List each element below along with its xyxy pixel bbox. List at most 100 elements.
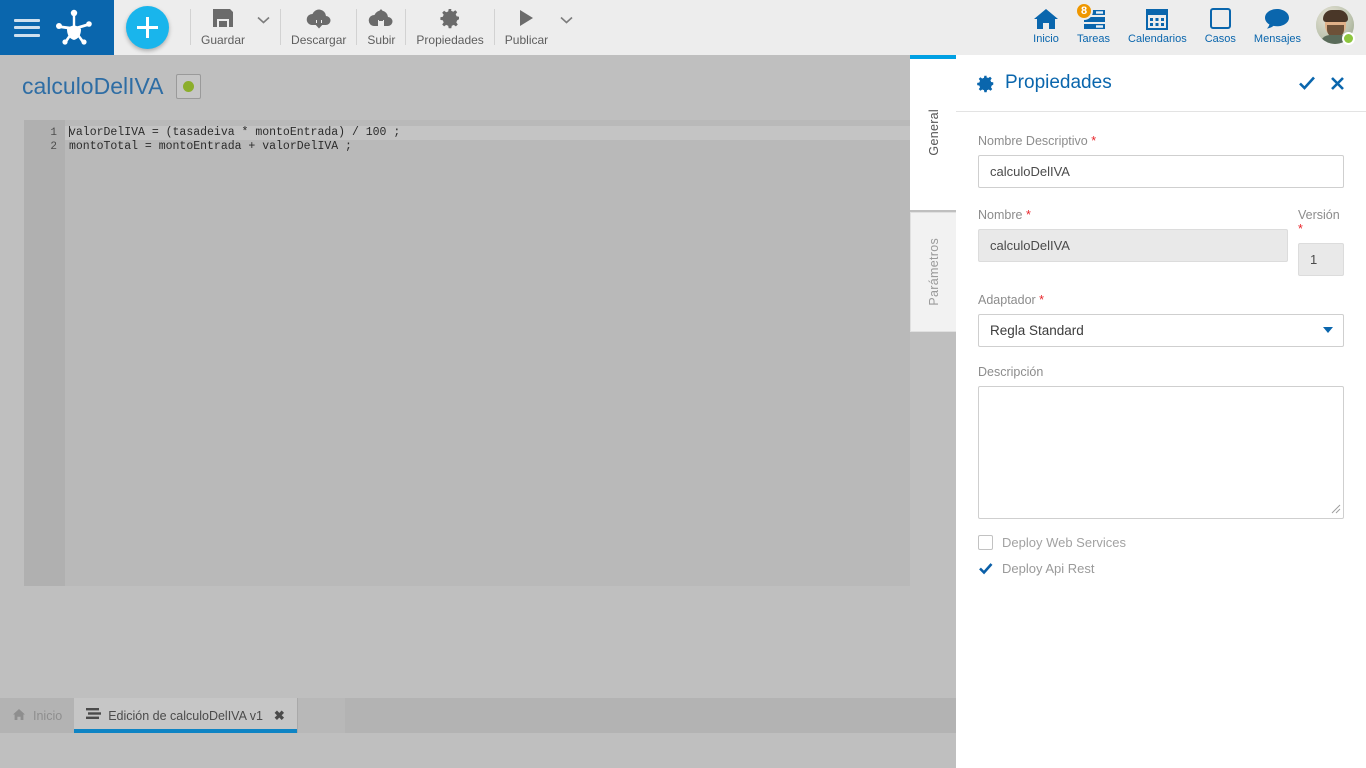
avatar-status-indicator	[1342, 32, 1355, 45]
line-number: 2	[50, 141, 57, 153]
tab-general-label: General	[926, 109, 941, 156]
avatar[interactable]	[1316, 6, 1355, 45]
toolbar-actions: Guardar Descargar Subir Propiedades Publ…	[190, 0, 583, 55]
nav-item-mensajes[interactable]: Mensajes	[1245, 0, 1310, 55]
field-label-text: Adaptador	[978, 293, 1036, 307]
nav-item-inicio[interactable]: Inicio	[1024, 0, 1068, 55]
required-marker: *	[1298, 222, 1303, 236]
save-icon	[211, 6, 235, 30]
line-number: 1	[50, 127, 57, 139]
field-adaptador: Adaptador * Regla Standard	[978, 293, 1344, 347]
checkbox-deploy-web-services[interactable]: Deploy Web Services	[978, 535, 1344, 550]
field-nombre-descriptivo: Nombre Descriptivo *	[978, 134, 1344, 188]
upload-button[interactable]: Subir	[357, 0, 405, 55]
field-label-text: Nombre	[978, 208, 1023, 222]
save-dropdown-caret[interactable]	[255, 0, 280, 55]
download-cloud-icon	[306, 6, 332, 30]
document-header: calculoDelIVA	[22, 73, 202, 100]
workspace: calculoDelIVA 1 2 valorDelIVA = (tasadei…	[0, 55, 956, 733]
tab-parametros-label: Parámetros	[927, 238, 941, 306]
nav-item-tareas[interactable]: 8 Tareas	[1068, 0, 1119, 55]
adaptador-select-wrapper: Regla Standard	[978, 314, 1344, 347]
play-icon	[516, 6, 536, 30]
line-number-gutter: 1 2	[24, 120, 65, 586]
field-nombre: Nombre *	[978, 208, 1288, 262]
code-line-2-text: montoTotal = montoEntrada + valorDelIVA …	[69, 140, 352, 153]
download-button[interactable]: Descargar	[281, 0, 356, 55]
nombre-input[interactable]	[978, 229, 1288, 262]
save-label: Guardar	[201, 33, 246, 47]
status-badge[interactable]	[176, 74, 202, 99]
global-nav: Inicio 8 Tareas Calendarios Casos Mensaj…	[1024, 0, 1362, 55]
properties-panel-title: Propiedades	[1005, 72, 1112, 93]
field-label-version: Versión *	[1298, 208, 1344, 236]
checkbox-box[interactable]	[978, 561, 993, 576]
taskbar-item-edicion[interactable]: Edición de calculoDelIVA v1 ✖	[74, 698, 297, 733]
avatar-hair	[1323, 10, 1348, 22]
download-label: Descargar	[291, 33, 347, 47]
home-icon	[12, 708, 26, 724]
tareas-badge: 8	[1075, 2, 1093, 20]
field-version: Versión *	[1298, 208, 1344, 276]
nav-label-tareas: Tareas	[1077, 33, 1111, 45]
version-input[interactable]	[1298, 243, 1344, 276]
add-button[interactable]	[126, 6, 169, 49]
properties-label: Propiedades	[416, 33, 484, 47]
status-dot-icon	[183, 81, 195, 92]
field-label-descripcion: Descripción	[978, 365, 1044, 379]
code-line-1[interactable]: valorDelIVA = (tasadeiva * montoEntrada)…	[65, 126, 910, 140]
nav-item-casos[interactable]: Casos	[1196, 0, 1245, 55]
taskbar: Inicio Edición de calculoDelIVA v1 ✖	[0, 698, 956, 733]
tab-parametros[interactable]: Parámetros	[910, 212, 957, 332]
adaptador-select[interactable]: Regla Standard	[978, 314, 1344, 347]
accept-button[interactable]	[1291, 71, 1323, 95]
nav-label-mensajes: Mensajes	[1253, 33, 1301, 45]
checkbox-label-api-rest: Deploy Api Rest	[1002, 561, 1095, 576]
properties-button[interactable]: Propiedades	[406, 0, 493, 55]
home-icon	[1033, 6, 1059, 31]
field-label-adaptador: Adaptador *	[978, 293, 1344, 307]
required-marker: *	[1025, 208, 1031, 222]
descripcion-textarea[interactable]	[978, 386, 1344, 519]
checkbox-box[interactable]	[978, 535, 993, 550]
publish-dropdown-caret[interactable]	[558, 0, 583, 55]
code-content[interactable]: valorDelIVA = (tasadeiva * montoEntrada)…	[65, 120, 910, 586]
publish-button[interactable]: Publicar	[495, 0, 558, 55]
descripcion-wrapper	[978, 386, 1344, 524]
row-nombre-version: Nombre * Versión *	[978, 208, 1344, 276]
close-button[interactable]	[1323, 72, 1352, 95]
taskbar-label-inicio: Inicio	[33, 708, 63, 723]
code-editor[interactable]: 1 2 valorDelIVA = (tasadeiva * montoEntr…	[24, 120, 910, 586]
field-label-nombre: Nombre *	[978, 208, 1288, 222]
gear-icon	[976, 74, 995, 93]
case-square-icon	[1209, 6, 1232, 31]
tab-active-accent	[910, 55, 957, 59]
tab-general[interactable]: General	[910, 55, 957, 210]
rule-lines-icon	[86, 707, 102, 724]
hamburger-icon[interactable]	[14, 18, 40, 37]
page-title: calculoDelIVA	[22, 73, 164, 99]
upload-cloud-icon	[368, 6, 394, 30]
gear-icon	[439, 6, 461, 30]
field-descripcion: Descripción	[978, 365, 1344, 524]
taskbar-active-accent	[74, 729, 297, 733]
nombre-descriptivo-input[interactable]	[978, 155, 1344, 188]
checkbox-deploy-api-rest[interactable]: Deploy Api Rest	[978, 561, 1344, 576]
plus-icon-vertical	[146, 17, 149, 38]
close-icon[interactable]: ✖	[274, 708, 285, 724]
nav-item-calendarios[interactable]: Calendarios	[1119, 0, 1196, 55]
nav-label-inicio: Inicio	[1033, 33, 1059, 45]
save-button[interactable]: Guardar	[191, 0, 255, 55]
taskbar-item-inicio[interactable]: Inicio	[0, 698, 75, 733]
panel-vertical-tabs: General Parámetros	[910, 55, 957, 332]
taskbar-filler	[296, 698, 345, 733]
field-label-nombre-descriptivo: Nombre Descriptivo *	[978, 134, 1344, 148]
adaptador-selected-value: Regla Standard	[990, 323, 1084, 338]
chevron-down-icon[interactable]	[1323, 327, 1333, 333]
app-logo-icon[interactable]	[54, 9, 94, 47]
field-label-text: Nombre Descriptivo	[978, 134, 1088, 148]
properties-form: Nombre Descriptivo * Nombre * Versión	[956, 112, 1366, 576]
code-line-1-text: valorDelIVA = (tasadeiva * montoEntrada)…	[69, 126, 401, 139]
code-line-2[interactable]: montoTotal = montoEntrada + valorDelIVA …	[65, 140, 910, 154]
top-toolbar: Guardar Descargar Subir Propiedades Publ…	[0, 0, 1366, 55]
